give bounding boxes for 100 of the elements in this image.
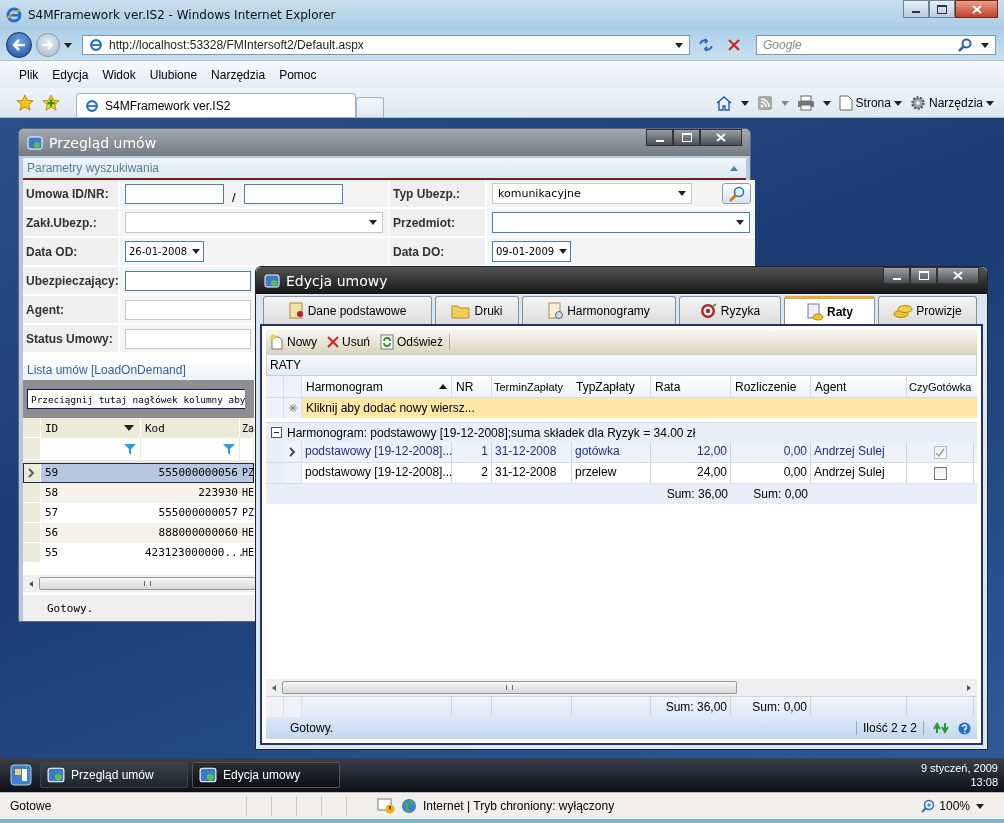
- browser-tab[interactable]: S4MFramework ver.IS2: [76, 93, 356, 117]
- horizontal-scrollbar[interactable]: [266, 679, 977, 696]
- close-button[interactable]: [955, 0, 998, 18]
- back-button[interactable]: [6, 32, 32, 58]
- printer-icon[interactable]: [796, 95, 815, 111]
- table-cell: podstawowy [19-12-2008]...: [302, 442, 452, 462]
- search-icon[interactable]: [958, 38, 972, 52]
- maximize-button[interactable]: [910, 267, 937, 284]
- tab[interactable]: Ryzyka: [679, 296, 781, 324]
- close-button[interactable]: [700, 129, 742, 146]
- search-button[interactable]: [722, 183, 751, 204]
- menu-item[interactable]: Edycja: [52, 67, 89, 82]
- caret-icon[interactable]: [124, 425, 134, 431]
- grid-caption: RATY: [266, 354, 977, 376]
- sync-arrows-icon[interactable]: [932, 721, 950, 735]
- dropdown-field[interactable]: komunikacyjne: [492, 183, 692, 204]
- input-field[interactable]: [243, 183, 343, 204]
- table-cell-text: HE: [241, 486, 254, 500]
- collapse-icon[interactable]: [271, 427, 282, 438]
- table-row[interactable]: 57 555000000057 PZ: [23, 503, 254, 523]
- filter-icon[interactable]: [223, 443, 235, 455]
- field-label: Ubezpieczający:: [23, 267, 118, 296]
- dropdown-field[interactable]: [492, 212, 750, 233]
- tab[interactable]: Raty: [784, 296, 875, 324]
- table-row[interactable]: 55 423123000000...HE: [23, 543, 254, 563]
- caret-icon[interactable]: [740, 100, 749, 106]
- table-row[interactable]: 58 223930 HE: [23, 483, 254, 503]
- caret-icon[interactable]: [981, 43, 989, 48]
- filter-icon[interactable]: [124, 443, 136, 455]
- taskbar-button[interactable]: Przegląd umów: [40, 762, 188, 788]
- column-header[interactable]: Harmonogram: [302, 376, 452, 397]
- column-header[interactable]: TypZapłaty: [572, 376, 651, 397]
- checkbox[interactable]: [933, 466, 947, 480]
- table-cell: 31-12-2008: [492, 442, 572, 462]
- tools-menu-button[interactable]: Narzędzia: [909, 95, 994, 111]
- refresh-button[interactable]: Odśwież: [380, 334, 451, 350]
- caret-icon[interactable]: [64, 42, 72, 48]
- caret-icon[interactable]: [675, 42, 683, 48]
- table-cell: podstawowy [19-12-2008]...: [302, 463, 452, 483]
- tab[interactable]: Dane podstawowe: [263, 296, 432, 324]
- column-header[interactable]: Agent: [811, 376, 907, 397]
- close-button[interactable]: [937, 267, 979, 284]
- favorites-star-icon[interactable]: [16, 94, 34, 112]
- group-row[interactable]: Harmonogram: podstawowy [19-12-2008];suma składek dla Ryzyk = 34.00 zł: [266, 422, 977, 442]
- certificate-icon: [288, 301, 305, 320]
- new-button[interactable]: Nowy: [270, 334, 321, 350]
- close-icon: [971, 4, 982, 14]
- checkbox[interactable]: [933, 445, 947, 459]
- group-by-area[interactable]: Przeciągnij tutaj nagłówek kolumny aby: [27, 389, 246, 409]
- menu-item[interactable]: Widok: [102, 67, 136, 82]
- group-header-text: Harmonogram: podstawowy [19-12-2008];suma składek dla Ryzyk = 34.00 zł: [287, 425, 696, 440]
- search-field[interactable]: Google: [756, 35, 996, 55]
- menu-item[interactable]: Pomoc: [279, 67, 317, 82]
- row-header: [23, 523, 41, 543]
- new-document-icon: [270, 334, 284, 350]
- row-header: [284, 697, 302, 717]
- table-cell-text: 56: [44, 525, 60, 541]
- tab[interactable]: Harmonogramy: [522, 296, 676, 324]
- address-field[interactable]: http://localhost:53328/FMIntersoft2/Default.aspx: [82, 35, 690, 55]
- column-header[interactable]: Rozliczenie: [731, 376, 811, 397]
- caret-icon[interactable]: [976, 803, 984, 809]
- zoom-button[interactable]: 100%: [921, 799, 970, 813]
- table-cell: 0,00: [731, 463, 811, 483]
- horizontal-scrollbar[interactable]: [23, 575, 254, 592]
- table-cell-text: 55: [44, 545, 60, 561]
- add-favorite-icon[interactable]: [42, 94, 60, 112]
- table-row[interactable]: podstawowy [19-12-2008]... 1 31-12-2008 gotówka 12,00 0,00 Andrzej Sulej: [266, 442, 977, 463]
- minimize-button[interactable]: [646, 129, 673, 146]
- table-row[interactable]: podstawowy [19-12-2008]... 2 31-12-2008 przelew 24,00 0,00 Andrzej Sulej: [266, 463, 977, 484]
- date-picker[interactable]: 26-01-2008: [125, 241, 204, 262]
- input-field[interactable]: [125, 270, 251, 291]
- input-field[interactable]: [125, 328, 251, 349]
- column-header[interactable]: CzyGotówka: [907, 376, 974, 397]
- input-field[interactable]: [125, 299, 251, 320]
- panel-header[interactable]: Parametry wyszukiwania: [23, 158, 746, 178]
- minimize-button[interactable]: [883, 267, 910, 284]
- menu-item[interactable]: Ulubione: [149, 67, 198, 82]
- home-icon[interactable]: [714, 95, 733, 111]
- maximize-button[interactable]: [673, 129, 700, 146]
- table-cell: 0,00: [731, 442, 811, 462]
- taskbar-button[interactable]: Edycja umowy: [192, 762, 340, 788]
- help-icon[interactable]: [958, 721, 971, 735]
- table-row[interactable]: 56 888000000060 HE: [23, 523, 254, 543]
- feed-icon[interactable]: [756, 95, 773, 111]
- input-field[interactable]: [125, 183, 224, 204]
- tab[interactable]: Prowizje: [878, 296, 977, 324]
- table-cell: Andrzej Sulej: [811, 463, 907, 483]
- dropdown-field[interactable]: [125, 212, 383, 233]
- caret-icon[interactable]: [822, 100, 831, 106]
- menu-item[interactable]: Plik: [19, 67, 39, 82]
- field-label: Data OD:: [23, 238, 118, 267]
- column-header[interactable]: NR: [452, 376, 492, 397]
- menu-item[interactable]: Narzędzia: [211, 67, 266, 82]
- date-picker[interactable]: 09-01-2009: [492, 241, 571, 262]
- tab[interactable]: Druki: [435, 296, 519, 324]
- page-menu-button[interactable]: Strona: [838, 95, 902, 111]
- maximize-button[interactable]: [929, 0, 955, 18]
- column-header[interactable]: Rata: [651, 376, 731, 397]
- minimize-button[interactable]: [903, 0, 929, 18]
- delete-button[interactable]: Usuń: [327, 335, 375, 349]
